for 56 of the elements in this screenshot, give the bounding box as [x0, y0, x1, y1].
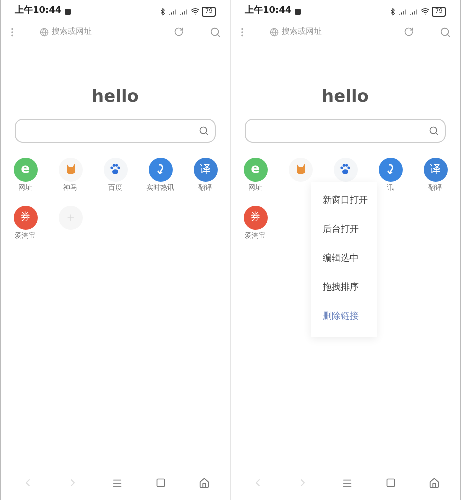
search-field[interactable]: [245, 118, 446, 142]
signal-icon: [399, 7, 408, 16]
tabs-icon[interactable]: [386, 478, 396, 488]
menu-item[interactable]: 拖拽排序: [311, 274, 377, 303]
heading: hello: [92, 86, 139, 109]
bluetooth-icon: [389, 8, 398, 16]
heading: hello: [322, 86, 369, 109]
address-field[interactable]: 搜索或网址: [282, 26, 322, 38]
signal-icon: [410, 7, 420, 16]
shortcut-icon[interactable]: 译: [424, 158, 448, 182]
shortcut-icon[interactable]: [148, 158, 172, 182]
search-icon[interactable]: [440, 26, 451, 38]
menu-icon[interactable]: [342, 478, 352, 488]
globe-icon: [40, 28, 49, 36]
paw-icon: [110, 164, 121, 175]
paw-icon: [340, 164, 351, 175]
address-field[interactable]: 搜索或网址: [52, 26, 92, 38]
shortcut-icon[interactable]: 译: [194, 158, 218, 182]
shortcut-icon[interactable]: [288, 158, 312, 182]
home-icon[interactable]: [428, 478, 440, 488]
reload-icon[interactable]: [404, 27, 414, 37]
plus-icon: [66, 212, 76, 222]
shortcut-icon[interactable]: 券: [244, 206, 268, 230]
fox-icon: [296, 164, 306, 175]
wifi-icon: [191, 7, 200, 16]
shortcut-icon[interactable]: e: [14, 158, 38, 182]
signal-icon: [169, 7, 178, 16]
search-icon: [199, 126, 209, 136]
menu-item[interactable]: 删除链接: [311, 303, 377, 332]
home-icon[interactable]: [198, 478, 210, 488]
curved-arrow-icon: [386, 164, 396, 175]
menu-item[interactable]: 后台打开: [311, 216, 377, 245]
tabs-icon[interactable]: [156, 478, 166, 488]
notification-icon: [64, 8, 71, 14]
bluetooth-icon: [159, 8, 168, 16]
menu-item[interactable]: 编辑选中: [311, 245, 377, 274]
shortcut-icon[interactable]: [104, 158, 128, 182]
curved-arrow-icon: [156, 164, 166, 175]
shortcut-icon[interactable]: e: [244, 158, 268, 182]
status-time: 上午10:44: [15, 7, 62, 16]
menu-item[interactable]: 新窗口打开: [311, 187, 377, 216]
shortcut-icon[interactable]: [58, 158, 82, 182]
search-field[interactable]: [15, 118, 216, 142]
globe-icon: [270, 28, 279, 36]
status-time: 上午10:44: [245, 7, 292, 16]
wifi-icon: [421, 7, 430, 16]
reload-icon[interactable]: [174, 27, 184, 37]
notification-icon: [294, 8, 301, 14]
signal-icon: [180, 7, 190, 16]
shortcut-icon[interactable]: 券: [14, 206, 38, 230]
search-icon[interactable]: [210, 26, 221, 38]
shortcut-icon[interactable]: [334, 158, 358, 182]
search-icon: [429, 126, 439, 136]
fox-icon: [66, 164, 76, 175]
shortcut-icon[interactable]: [378, 158, 402, 182]
menu-icon[interactable]: [112, 478, 122, 488]
